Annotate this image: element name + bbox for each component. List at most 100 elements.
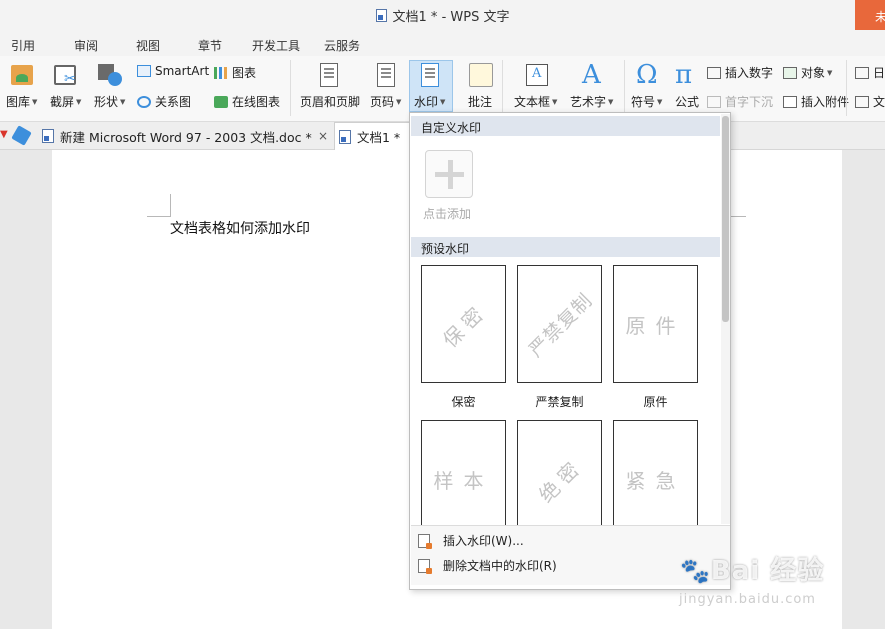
preset-caption: 保密 bbox=[451, 395, 476, 409]
preset-watermark-confidential[interactable]: 保密 bbox=[421, 265, 506, 383]
screenshot-button[interactable]: 截屏 ▼ bbox=[50, 93, 81, 110]
smartart-button[interactable]: SmartArt bbox=[137, 64, 209, 78]
preset-watermark-top-secret[interactable]: 绝密 bbox=[517, 420, 602, 525]
online-chart-button[interactable]: 在线图表 bbox=[214, 93, 280, 110]
dropdown-scrollbar[interactable] bbox=[721, 114, 730, 524]
textbox-icon bbox=[526, 64, 548, 86]
add-watermark-plus-icon[interactable] bbox=[425, 150, 473, 198]
baidu-jingyan-url: jingyan.baidu.com bbox=[679, 592, 816, 607]
insert-watermark-label: 插入水印(W)... bbox=[443, 534, 524, 548]
ribbon-separator bbox=[502, 60, 503, 116]
gallery-icon bbox=[11, 65, 33, 85]
insert-watermark-icon bbox=[418, 533, 432, 549]
tab-cloud[interactable]: 云服务 bbox=[324, 37, 360, 54]
tab-review[interactable]: 审阅 bbox=[74, 37, 98, 54]
menu-bar: 引用 审阅 视图 章节 开发工具 云服务 bbox=[0, 30, 885, 56]
tab-document-2[interactable]: 文档1 * bbox=[334, 122, 420, 150]
date-label: 日 bbox=[873, 66, 885, 80]
document-icon bbox=[42, 129, 54, 143]
add-watermark-label[interactable]: 点击添加 bbox=[423, 205, 471, 222]
watermark-sample-text: 绝密 bbox=[533, 453, 588, 507]
comment-button[interactable]: 批注 bbox=[468, 93, 492, 110]
arrow-left-icon[interactable]: ▼ bbox=[0, 129, 8, 140]
page-number-icon bbox=[377, 63, 395, 87]
watermark-dropdown: 自定义水印 点击添加 预设水印 保密 严禁复制 原件 保密 严禁复制 原件 样本… bbox=[409, 112, 731, 590]
page-number-label: 页码 bbox=[370, 95, 395, 109]
wordart-icon: A bbox=[582, 60, 601, 90]
insert-number-button[interactable]: 插入数字 bbox=[707, 64, 773, 81]
insert-watermark-item[interactable]: 插入水印(W)... bbox=[418, 532, 524, 549]
attachment-label: 插入附件 bbox=[801, 95, 850, 109]
object-label: 对象 bbox=[801, 66, 826, 80]
chart-label: 图表 bbox=[232, 66, 257, 80]
margin-corner-mark bbox=[147, 216, 171, 217]
screenshot-label: 截屏 bbox=[50, 95, 75, 109]
chevron-down-icon: ▼ bbox=[76, 98, 82, 106]
attachment-button[interactable]: 插入附件 bbox=[783, 93, 849, 110]
shapes-label: 形状 bbox=[94, 95, 119, 109]
chart-button[interactable]: 图表 bbox=[214, 64, 256, 81]
relation-label: 关系图 bbox=[155, 95, 192, 109]
tab-document-1-label: 新建 Microsoft Word 97 - 2003 文档.doc * bbox=[60, 129, 312, 145]
page-number-button[interactable]: 页码 ▼ bbox=[370, 93, 401, 110]
remove-watermark-label: 删除文档中的水印(R) bbox=[443, 559, 557, 573]
online-chart-label: 在线图表 bbox=[232, 95, 281, 109]
chevron-down-icon: ▼ bbox=[657, 98, 663, 106]
window-title: 文档1 * - WPS 文字 bbox=[392, 9, 510, 25]
close-icon[interactable]: × bbox=[318, 129, 328, 143]
shapes-button[interactable]: 形状 ▼ bbox=[94, 93, 125, 110]
gallery-button[interactable]: 图库 ▼ bbox=[6, 93, 37, 110]
watermark-sample-text: 原件 bbox=[625, 313, 686, 338]
tab-references[interactable]: 引用 bbox=[11, 37, 35, 54]
tab-developer[interactable]: 开发工具 bbox=[252, 37, 300, 54]
remove-watermark-item[interactable]: 删除文档中的水印(R) bbox=[418, 557, 557, 574]
title-bar: 文档1 * - WPS 文字 未 bbox=[0, 0, 885, 30]
preset-watermark-sample[interactable]: 样本 bbox=[421, 420, 506, 525]
document-part-label: 文 bbox=[873, 95, 885, 109]
attachment-icon bbox=[783, 96, 797, 108]
gallery-label: 图库 bbox=[6, 95, 31, 109]
ribbon-separator bbox=[290, 60, 291, 116]
chevron-down-icon: ▼ bbox=[552, 98, 558, 106]
object-icon bbox=[783, 67, 797, 79]
omega-icon: Ω bbox=[636, 60, 658, 90]
tab-document-2-label: 文档1 * bbox=[357, 130, 401, 145]
object-button[interactable]: 对象 ▼ bbox=[783, 64, 832, 81]
login-badge[interactable]: 未 bbox=[855, 0, 885, 30]
paw-icon: 🐾 bbox=[680, 557, 711, 585]
tab-view[interactable]: 视图 bbox=[136, 37, 160, 54]
wordart-button[interactable]: 艺术字 ▼ bbox=[570, 93, 613, 110]
formula-label: 公式 bbox=[675, 95, 700, 109]
comment-icon bbox=[469, 63, 493, 87]
date-button[interactable]: 日 bbox=[855, 64, 885, 81]
textbox-button[interactable]: 文本框 ▼ bbox=[514, 93, 557, 110]
bar-chart-icon bbox=[214, 67, 228, 79]
drop-cap-button[interactable]: 首字下沉 bbox=[707, 93, 773, 110]
tab-sections[interactable]: 章节 bbox=[198, 37, 222, 54]
document-part-button[interactable]: 文 bbox=[855, 93, 885, 110]
preset-caption: 原件 bbox=[643, 395, 668, 409]
baidu-jingyan-logo: 🐾Bai 经验 bbox=[680, 550, 824, 587]
document-body-text[interactable]: 文档表格如何添加水印 bbox=[170, 218, 310, 238]
chevron-down-icon: ▼ bbox=[827, 69, 833, 77]
shape-circle-icon bbox=[108, 72, 122, 86]
preset-watermark-original[interactable]: 原件 bbox=[613, 265, 698, 383]
watermark-sample-text: 紧急 bbox=[625, 468, 686, 493]
tab-document-1[interactable]: 新建 Microsoft Word 97 - 2003 文档.doc * × bbox=[42, 122, 334, 150]
smartart-label: SmartArt bbox=[155, 64, 210, 78]
scrollbar-thumb[interactable] bbox=[722, 116, 729, 322]
remove-watermark-icon bbox=[418, 558, 432, 574]
preset-watermark-urgent[interactable]: 紧急 bbox=[613, 420, 698, 525]
document-icon bbox=[375, 8, 387, 22]
header-footer-label: 页眉和页脚 bbox=[300, 95, 361, 109]
formula-button[interactable]: 公式 bbox=[675, 93, 699, 110]
header-footer-button[interactable]: 页眉和页脚 bbox=[300, 93, 360, 110]
chevron-down-icon: ▼ bbox=[608, 98, 614, 106]
symbol-button[interactable]: 符号 ▼ bbox=[631, 93, 662, 110]
cube-icon[interactable] bbox=[11, 125, 32, 146]
relation-button[interactable]: 关系图 bbox=[137, 93, 191, 110]
preset-watermark-no-copy[interactable]: 严禁复制 bbox=[517, 265, 602, 383]
symbol-label: 符号 bbox=[631, 95, 656, 109]
watermark-label: 水印 bbox=[414, 95, 439, 109]
textbox-label: 文本框 bbox=[514, 95, 551, 109]
